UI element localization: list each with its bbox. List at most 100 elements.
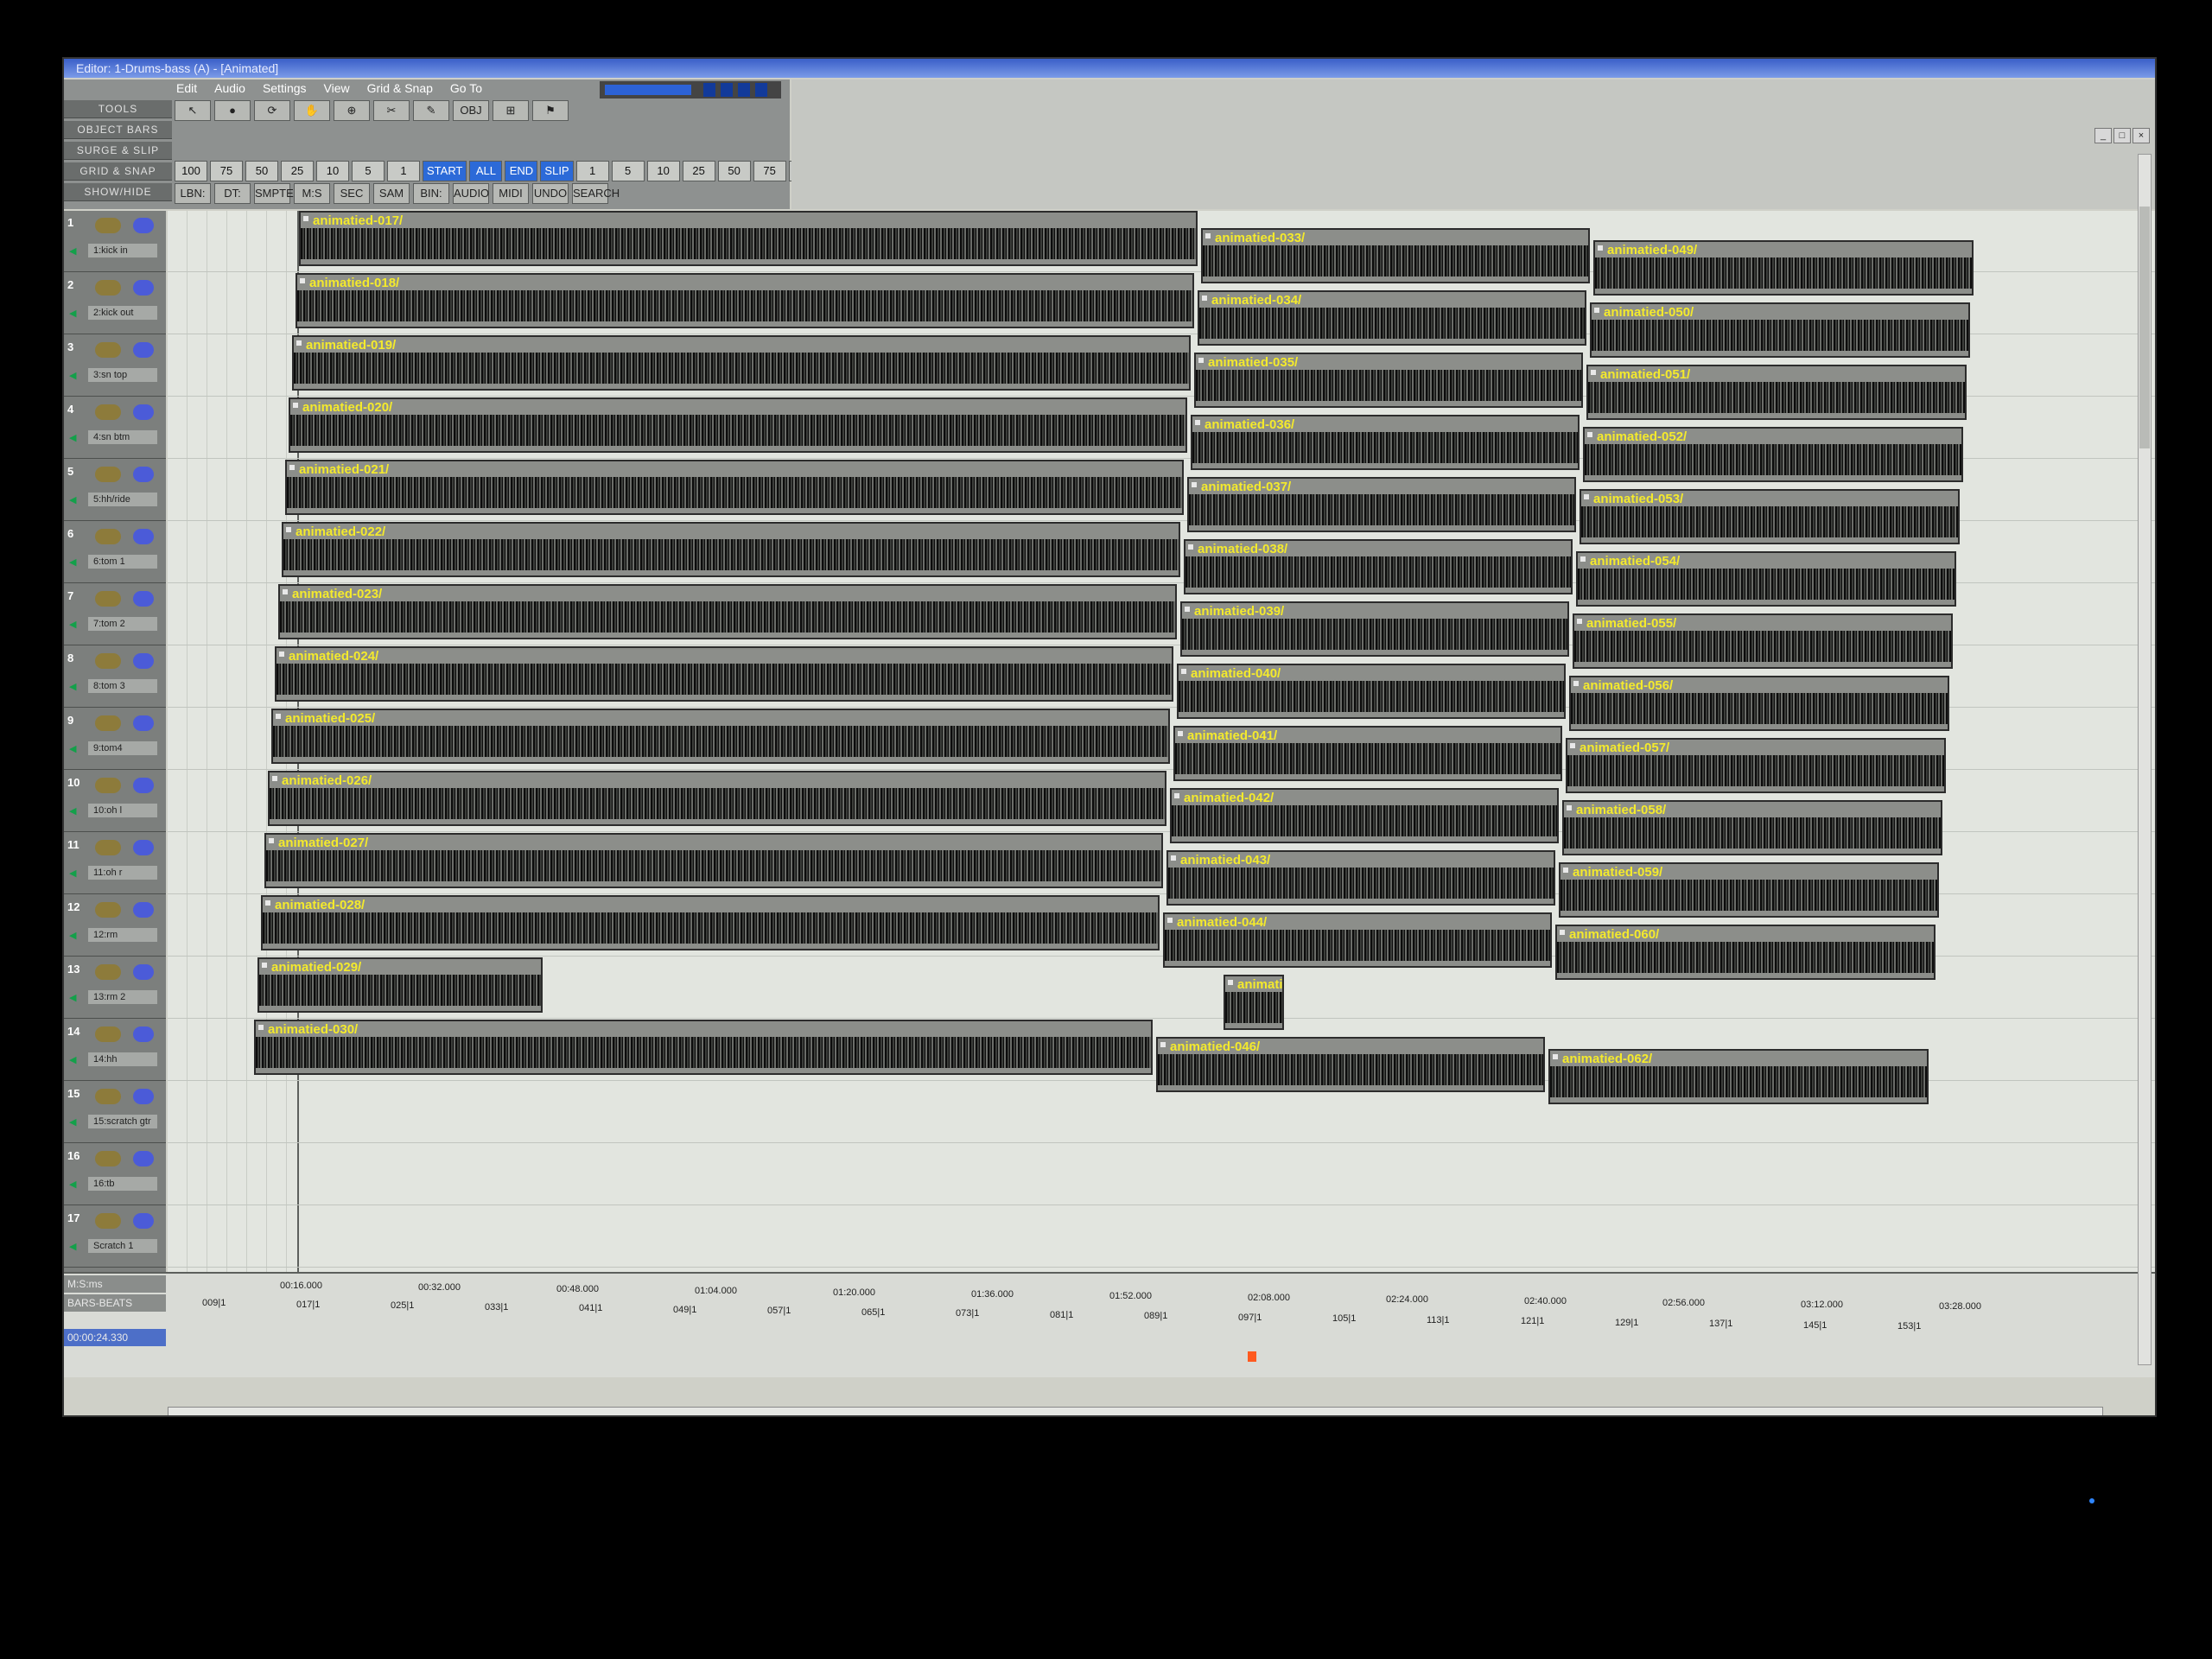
record-enable-icon[interactable]	[133, 404, 154, 420]
menu-item[interactable]: Settings	[263, 81, 307, 97]
clip-handle-icon[interactable]	[1573, 681, 1579, 686]
clip-handle-icon[interactable]	[1594, 308, 1599, 313]
volume-knob-icon[interactable]	[95, 404, 121, 420]
clip-handle-icon[interactable]	[1205, 233, 1211, 238]
clip-handle-icon[interactable]	[1598, 245, 1603, 251]
clip-handle-icon[interactable]	[1174, 793, 1179, 798]
transport-position-bar[interactable]	[605, 85, 691, 95]
zoom-button[interactable]: ALL	[469, 161, 503, 181]
audio-clip[interactable]: animatied-025/	[271, 709, 1170, 764]
audio-clip[interactable]: animatied-028/	[261, 895, 1160, 950]
audio-clip[interactable]: animatied-043/	[1166, 850, 1555, 906]
volume-knob-icon[interactable]	[95, 1089, 121, 1104]
audio-clip[interactable]: animatied-040/	[1177, 664, 1566, 719]
record-enable-icon[interactable]	[133, 653, 154, 669]
audio-clip[interactable]: animatied-052/	[1583, 427, 1963, 482]
track-header[interactable]: 11 ◀ 11:oh r	[64, 833, 166, 894]
hand-tool-icon[interactable]: ✋	[294, 100, 330, 121]
audio-clip[interactable]: animatied-036/	[1191, 415, 1580, 470]
clip-handle-icon[interactable]	[1587, 432, 1592, 437]
audio-clip[interactable]: animatie	[1224, 975, 1284, 1030]
track-name[interactable]: 4:sn btm	[88, 430, 157, 444]
zoom-button[interactable]: 5	[352, 161, 385, 181]
menu-item[interactable]: Grid & Snap	[367, 81, 433, 97]
pointer-tool-icon[interactable]: ↖	[175, 100, 211, 121]
volume-knob-icon[interactable]	[95, 778, 121, 793]
zoom-button[interactable]: 10	[316, 161, 349, 181]
track-name[interactable]: 2:kick out	[88, 306, 157, 320]
stop-icon[interactable]	[703, 83, 715, 97]
audio-clip[interactable]: animatied-055/	[1573, 613, 1953, 669]
track-name[interactable]: 1:kick in	[88, 244, 157, 257]
volume-knob-icon[interactable]	[95, 342, 121, 358]
record-enable-icon[interactable]	[133, 342, 154, 358]
snap-icon[interactable]: ⊞	[493, 100, 529, 121]
record-enable-icon[interactable]	[133, 902, 154, 918]
track-header[interactable]: 13 ◀ 13:rm 2	[64, 957, 166, 1019]
track-name[interactable]: 7:tom 2	[88, 617, 157, 631]
track-arrow-icon[interactable]: ◀	[69, 930, 76, 941]
clip-handle-icon[interactable]	[1560, 930, 1565, 935]
record-enable-icon[interactable]	[133, 467, 154, 482]
menu-item[interactable]: View	[324, 81, 350, 97]
volume-knob-icon[interactable]	[95, 591, 121, 607]
volume-knob-icon[interactable]	[95, 964, 121, 980]
toolbar-section-label[interactable]: SHOW/HIDE	[64, 183, 172, 201]
zoom-button[interactable]: 1	[575, 161, 609, 181]
zoom-button[interactable]: 75	[753, 161, 786, 181]
track-name[interactable]: 11:oh r	[88, 866, 157, 880]
track-name[interactable]: Scratch 1	[88, 1239, 157, 1253]
track-header[interactable]: 1 ◀ 1:kick in	[64, 211, 166, 272]
audio-clip[interactable]: animatied-039/	[1180, 601, 1569, 657]
clip-handle-icon[interactable]	[1178, 731, 1183, 736]
record-enable-icon[interactable]	[133, 1027, 154, 1042]
track-header[interactable]: 12 ◀ 12:rm	[64, 895, 166, 957]
clip-handle-icon[interactable]	[303, 216, 308, 221]
clip-handle-icon[interactable]	[1171, 855, 1176, 861]
record-enable-icon[interactable]	[133, 591, 154, 607]
audio-clip[interactable]: animatied-041/	[1173, 726, 1562, 781]
audio-clip[interactable]: animatied-029/	[257, 957, 543, 1013]
clip-handle-icon[interactable]	[1192, 482, 1197, 487]
track-name[interactable]: 6:tom 1	[88, 555, 157, 569]
track-name[interactable]: 5:hh/ride	[88, 493, 157, 506]
zoom-button[interactable]: 25	[281, 161, 314, 181]
audio-clip[interactable]: animatied-022/	[282, 522, 1180, 577]
clip-handle-icon[interactable]	[1591, 370, 1596, 375]
toolbar-section-label[interactable]: OBJECT BARS	[64, 121, 172, 139]
audio-clip[interactable]: animatied-058/	[1562, 800, 1942, 855]
horizontal-scrollbar[interactable]	[168, 1407, 2103, 1415]
zoom-button[interactable]: SLIP	[540, 161, 574, 181]
track-arrow-icon[interactable]: ◀	[69, 370, 76, 381]
audio-clip[interactable]: animatied-019/	[292, 335, 1191, 391]
vertical-scroll-thumb[interactable]	[2139, 207, 2150, 448]
clip-handle-icon[interactable]	[283, 589, 288, 594]
clip-handle-icon[interactable]	[1181, 669, 1186, 674]
msms-ruler-label[interactable]: M:S:ms	[64, 1275, 166, 1293]
volume-knob-icon[interactable]	[95, 715, 121, 731]
record-enable-icon[interactable]	[133, 1213, 154, 1229]
maximize-icon[interactable]: □	[2113, 128, 2131, 143]
clip-handle-icon[interactable]	[1580, 556, 1586, 562]
clip-handle-icon[interactable]	[293, 403, 298, 408]
clip-handle-icon[interactable]	[272, 776, 277, 781]
track-arrow-icon[interactable]: ◀	[69, 308, 76, 319]
clip-handle-icon[interactable]	[258, 1025, 264, 1030]
record-enable-icon[interactable]	[133, 280, 154, 296]
audio-clip[interactable]: animatied-049/	[1593, 240, 1974, 296]
play-icon[interactable]	[755, 83, 767, 97]
sam-button[interactable]: SAM	[373, 183, 410, 204]
audio-clip[interactable]: animatied-030/	[254, 1020, 1153, 1075]
playhead-marker[interactable]	[1248, 1351, 1256, 1362]
volume-knob-icon[interactable]	[95, 902, 121, 918]
track-arrow-icon[interactable]: ◀	[69, 1054, 76, 1065]
track-header[interactable]: 2 ◀ 2:kick out	[64, 273, 166, 334]
track-name[interactable]: 13:rm 2	[88, 990, 157, 1004]
zoom-button[interactable]: 75	[210, 161, 243, 181]
record-enable-icon[interactable]	[133, 840, 154, 855]
track-arrow-icon[interactable]: ◀	[69, 681, 76, 692]
undo-bin-button[interactable]: UNDO	[532, 183, 569, 204]
record-enable-icon[interactable]	[133, 715, 154, 731]
toolbar-section-label[interactable]: GRID & SNAP	[64, 162, 172, 181]
track-header[interactable]: 4 ◀ 4:sn btm	[64, 397, 166, 459]
